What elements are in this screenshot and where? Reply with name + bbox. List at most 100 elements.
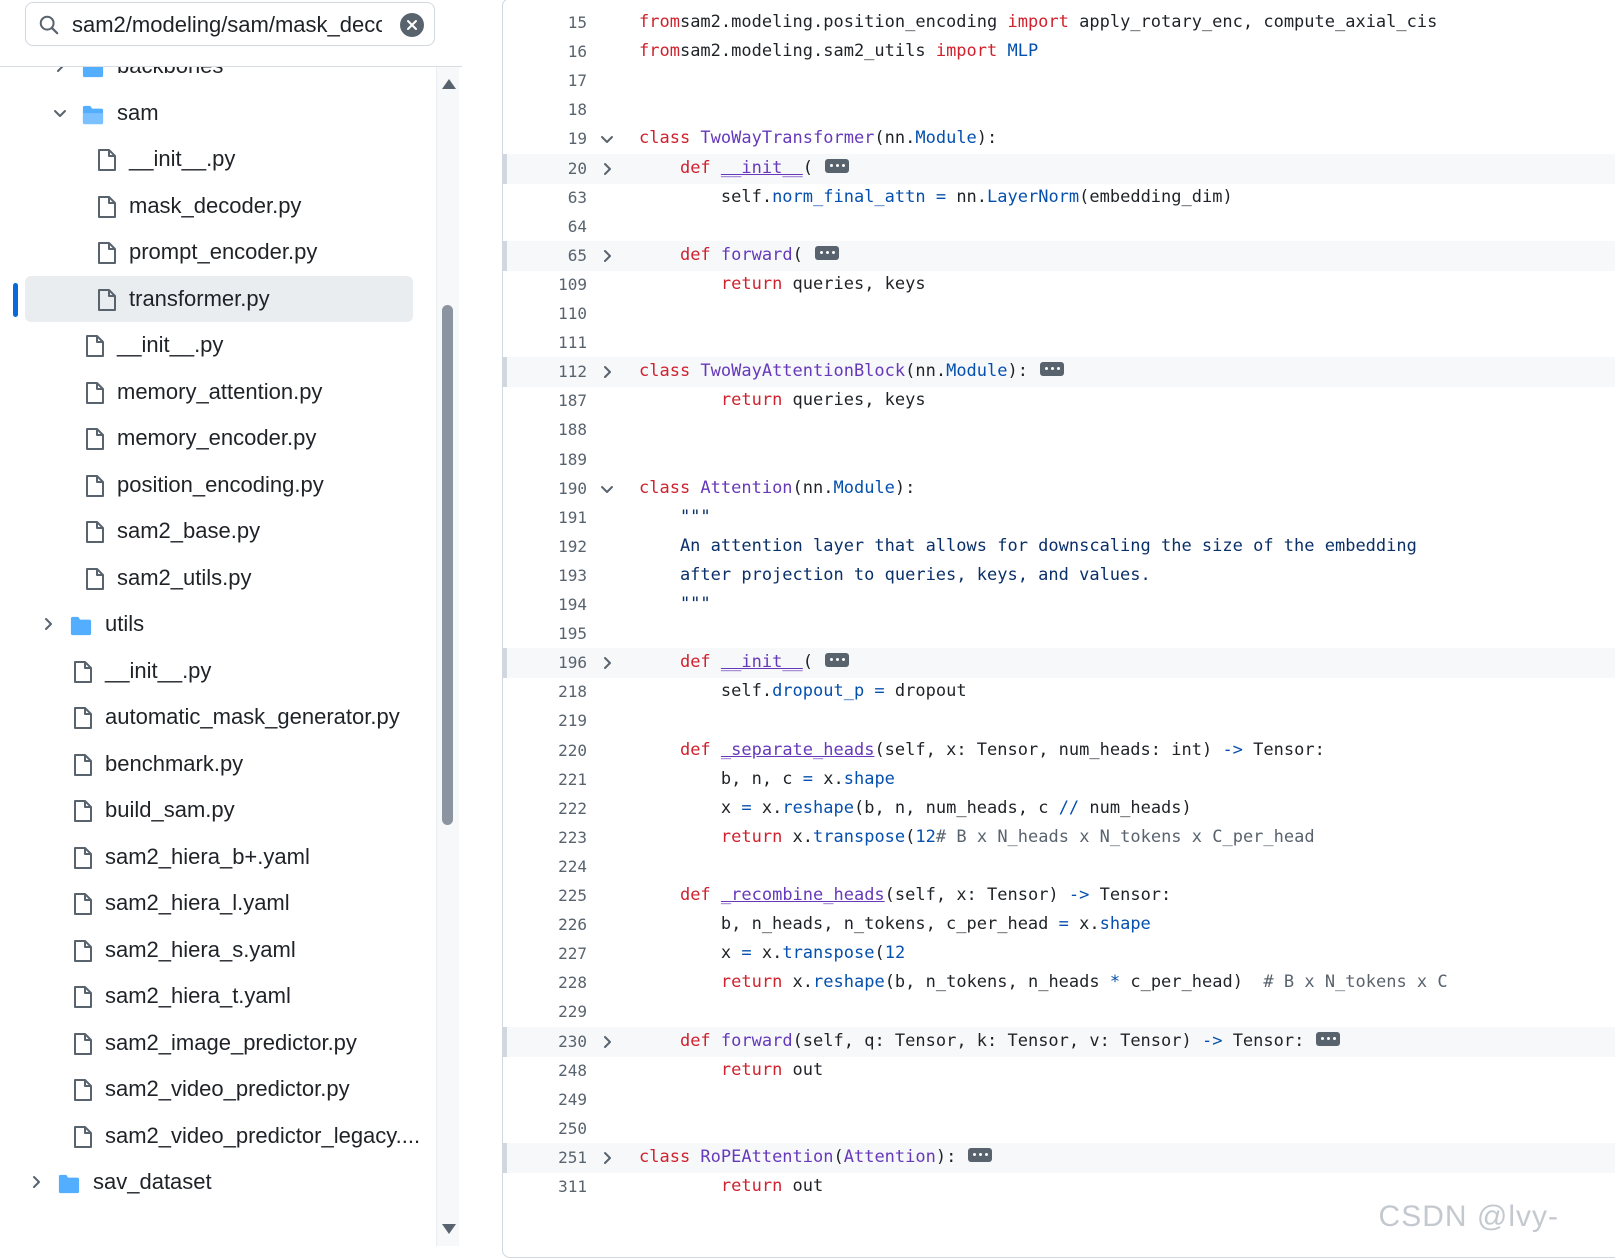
search-input[interactable] <box>72 10 382 40</box>
tree-file[interactable]: memory_attention.py <box>0 369 432 417</box>
line-number[interactable]: 222 <box>503 799 587 818</box>
file-icon <box>74 893 92 915</box>
expand-folded-code-button[interactable] <box>825 158 850 173</box>
fold-chevron-down-icon[interactable] <box>599 131 615 147</box>
line-number[interactable]: 112 <box>503 362 587 381</box>
line-number[interactable]: 20 <box>503 159 587 178</box>
scroll-down-arrow-icon[interactable] <box>442 1224 456 1234</box>
file-icon <box>74 707 92 729</box>
line-number[interactable]: 193 <box>503 566 587 585</box>
fold-chevron-right-icon[interactable] <box>599 655 615 671</box>
clear-search-button[interactable] <box>400 13 424 37</box>
tree-file[interactable]: __init__.py <box>0 322 432 370</box>
code-token: queries, keys <box>782 390 926 411</box>
sidebar-scrollbar[interactable] <box>436 67 459 1246</box>
tree-folder[interactable]: sav_dataset <box>0 1159 432 1207</box>
tree-file[interactable]: prompt_encoder.py <box>0 229 432 277</box>
line-number[interactable]: 18 <box>503 100 587 119</box>
tree-item-label: backbones <box>117 67 223 79</box>
tree-file[interactable]: benchmark.py <box>0 741 432 789</box>
tree-folder[interactable]: backbones <box>0 67 432 91</box>
file-icon <box>86 567 104 590</box>
expand-folded-code-button[interactable] <box>814 245 839 260</box>
line-number[interactable]: 230 <box>503 1032 587 1051</box>
tree-file[interactable]: sam2_hiera_l.yaml <box>0 880 432 928</box>
fold-chevron-right-icon[interactable] <box>599 364 615 380</box>
line-number[interactable]: 227 <box>503 944 587 963</box>
line-number[interactable]: 190 <box>503 479 587 498</box>
tree-file[interactable]: sam2_hiera_t.yaml <box>0 973 432 1021</box>
line-number[interactable]: 248 <box>503 1061 587 1080</box>
folder-icon <box>70 616 92 636</box>
tree-folder[interactable]: utils <box>0 601 432 649</box>
fold-chevron-right-icon[interactable] <box>599 161 615 177</box>
fold-chevron-down-icon[interactable] <box>599 481 615 497</box>
line-number[interactable]: 19 <box>503 129 587 148</box>
expand-folded-code-button[interactable] <box>1316 1031 1341 1046</box>
line-number[interactable]: 192 <box>503 537 587 556</box>
tree-file[interactable]: automatic_mask_generator.py <box>0 694 432 742</box>
tree-file[interactable]: memory_encoder.py <box>0 415 432 463</box>
chevron-down-icon[interactable] <box>52 105 68 121</box>
fold-chevron-right-icon[interactable] <box>599 248 615 264</box>
line-number[interactable]: 225 <box>503 886 587 905</box>
fold-chevron-right-icon[interactable] <box>599 1150 615 1166</box>
fold-chevron-right-icon[interactable] <box>599 1034 615 1050</box>
tree-file[interactable]: sam2_image_predictor.py <box>0 1020 432 1068</box>
line-number[interactable]: 220 <box>503 741 587 760</box>
chevron-right-icon[interactable] <box>28 1174 44 1190</box>
line-number[interactable]: 111 <box>503 333 587 352</box>
line-number[interactable]: 250 <box>503 1119 587 1138</box>
scroll-up-arrow-icon[interactable] <box>442 79 456 89</box>
line-number[interactable]: 196 <box>503 653 587 672</box>
line-number[interactable]: 189 <box>503 450 587 469</box>
line-number[interactable]: 110 <box>503 304 587 323</box>
code-token: = <box>741 943 752 964</box>
line-number[interactable]: 194 <box>503 595 587 614</box>
line-number[interactable]: 218 <box>503 682 587 701</box>
line-number[interactable]: 187 <box>503 391 587 410</box>
line-number[interactable]: 221 <box>503 770 587 789</box>
line-number[interactable]: 229 <box>503 1002 587 1021</box>
chevron-right-icon[interactable] <box>52 67 68 74</box>
tree-file[interactable]: sam2_hiera_b+.yaml <box>0 834 432 882</box>
line-number[interactable]: 251 <box>503 1148 587 1167</box>
line-number[interactable]: 224 <box>503 857 587 876</box>
chevron-right-icon[interactable] <box>40 616 56 632</box>
line-number[interactable]: 249 <box>503 1090 587 1109</box>
line-number[interactable]: 64 <box>503 217 587 236</box>
code-token: x. <box>751 943 783 964</box>
line-number[interactable]: 17 <box>503 71 587 90</box>
line-number[interactable]: 195 <box>503 624 587 643</box>
tree-file[interactable]: sam2_utils.py <box>0 555 432 603</box>
tree-file[interactable]: transformer.py <box>0 275 432 324</box>
line-number[interactable]: 228 <box>503 973 587 992</box>
scrollbar-thumb[interactable] <box>442 305 453 825</box>
line-number[interactable]: 65 <box>503 246 587 265</box>
line-number[interactable]: 15 <box>503 13 587 32</box>
tree-file[interactable]: sam2_base.py <box>0 508 432 556</box>
tree-file[interactable]: __init__.py <box>0 136 432 184</box>
expand-folded-code-button[interactable] <box>968 1147 993 1162</box>
tree-folder[interactable]: sam <box>0 90 432 138</box>
file-search-box[interactable] <box>25 2 435 46</box>
line-number[interactable]: 223 <box>503 828 587 847</box>
expand-folded-code-button[interactable] <box>825 653 850 668</box>
line-number[interactable]: 188 <box>503 420 587 439</box>
tree-file[interactable]: position_encoding.py <box>0 462 432 510</box>
line-number[interactable]: 191 <box>503 508 587 527</box>
tree-file[interactable]: sam2_hiera_s.yaml <box>0 927 432 975</box>
tree-file[interactable]: sam2_video_predictor_legacy.... <box>0 1113 432 1161</box>
expand-folded-code-button[interactable] <box>1039 362 1064 377</box>
line-number[interactable]: 311 <box>503 1177 587 1196</box>
line-number[interactable]: 63 <box>503 188 587 207</box>
line-number[interactable]: 226 <box>503 915 587 934</box>
line-number[interactable]: 109 <box>503 275 587 294</box>
line-number[interactable]: 16 <box>503 42 587 61</box>
tree-file[interactable]: __init__.py <box>0 648 432 696</box>
line-number[interactable]: 219 <box>503 711 587 730</box>
tree-file[interactable]: mask_decoder.py <box>0 183 432 231</box>
tree-file[interactable]: build_sam.py <box>0 787 432 835</box>
tree-file[interactable]: sam2_video_predictor.py <box>0 1066 432 1114</box>
